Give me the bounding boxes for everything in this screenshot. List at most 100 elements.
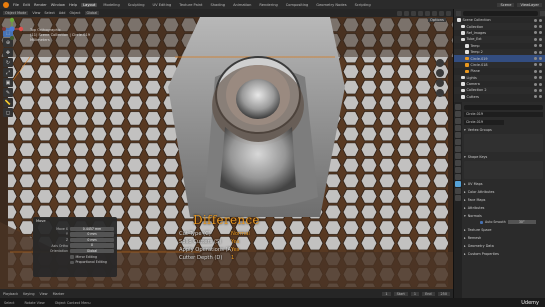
proportional-editing-checkbox[interactable]: Proportional Editing (36, 260, 114, 266)
tab-sculpting[interactable]: Sculpting (126, 3, 147, 7)
last-operator-panel[interactable]: Move Move X 0.4457 mm Y 0 mm Z 0 mm Axis… (33, 217, 117, 277)
3d-viewport[interactable]: ⬚ ⊕ ✥ ↻ ⤢ ▣ ✎ 📏 ◻ Top Orthographic (11) … (0, 17, 453, 289)
menu-timeline-view[interactable]: View (40, 292, 48, 296)
xray-icon[interactable] (418, 10, 423, 16)
constraints-tab-icon[interactable] (455, 174, 461, 180)
material-tab-icon[interactable] (455, 188, 461, 194)
menu-window[interactable]: Window (51, 3, 65, 7)
current-frame-field[interactable]: 1 (382, 291, 391, 296)
camera-icon[interactable] (539, 18, 542, 22)
tab-uv-editing[interactable]: UV Editing (151, 3, 174, 7)
tab-compositing[interactable]: Compositing (284, 3, 311, 7)
menu-render[interactable]: Render (34, 3, 47, 7)
menu-edit[interactable]: Edit (23, 3, 30, 7)
mode-dropdown[interactable]: Object Mode (3, 11, 29, 15)
eye-icon[interactable] (534, 95, 537, 99)
auto-smooth-angle-field[interactable]: 30° (507, 219, 536, 225)
tab-scripting[interactable]: Scripting (353, 3, 373, 7)
eye-icon[interactable] (534, 82, 537, 86)
operator-title[interactable]: Move (36, 219, 114, 223)
navigation-gizmo-icon[interactable] (0, 17, 24, 41)
camera-icon[interactable] (539, 88, 542, 92)
modifier-tab-icon[interactable] (455, 153, 461, 159)
tab-rendering[interactable]: Rendering (257, 3, 279, 7)
move-x-field[interactable]: 0.4457 mm (70, 226, 114, 232)
material-shading-icon[interactable] (439, 10, 444, 16)
tab-layout[interactable]: Layout (81, 2, 98, 7)
snap-icon[interactable] (397, 10, 402, 16)
menu-file[interactable]: File (13, 3, 19, 7)
properties-section-header[interactable]: Texture Space (464, 227, 543, 233)
menu-keying[interactable]: Keying (23, 292, 34, 296)
menu-marker[interactable]: Marker (53, 292, 65, 296)
eye-icon[interactable] (534, 25, 537, 29)
eye-icon[interactable] (534, 63, 537, 67)
options-button[interactable]: Options (428, 18, 446, 22)
properties-section-header[interactable]: Attributes (464, 205, 543, 211)
orientation-field[interactable]: Global (70, 248, 114, 254)
eye-icon[interactable] (534, 31, 537, 35)
camera-icon[interactable] (539, 95, 542, 99)
tab-shading[interactable]: Shading (208, 3, 227, 7)
output-tab-icon[interactable] (455, 118, 461, 124)
menu-object[interactable]: Object (69, 11, 80, 15)
properties-search-input[interactable] (464, 105, 543, 110)
end-frame-field[interactable]: 250 (437, 291, 450, 296)
filter-icon[interactable] (540, 10, 545, 16)
annotate-tool-icon[interactable]: ✎ (3, 88, 13, 97)
scene-tab-icon[interactable] (455, 132, 461, 138)
eye-icon[interactable] (534, 44, 537, 48)
transform-tool-icon[interactable]: ▣ (3, 78, 13, 87)
pan-icon[interactable] (436, 69, 444, 77)
zoom-icon[interactable] (436, 59, 444, 67)
menu-add[interactable]: Add (59, 11, 66, 15)
tab-modeling[interactable]: Modeling (101, 3, 121, 7)
auto-smooth-row[interactable]: Auto Smooth 30° (464, 219, 543, 225)
properties-section-header[interactable]: Color Attributes (464, 189, 543, 195)
camera-icon[interactable] (539, 82, 542, 86)
eye-icon[interactable] (534, 50, 537, 54)
camera-icon[interactable] (539, 25, 542, 29)
physics-tab-icon[interactable] (455, 167, 461, 173)
world-tab-icon[interactable] (455, 139, 461, 145)
view-layer-tab-icon[interactable] (455, 125, 461, 131)
add-cube-tool-icon[interactable]: ◻ (3, 108, 13, 117)
render-tab-icon[interactable] (455, 111, 461, 117)
object-name-field[interactable]: Circle.019 (464, 111, 543, 117)
move-z-field[interactable]: 0 mm (70, 237, 114, 243)
measure-tool-icon[interactable]: 📏 (3, 98, 13, 107)
camera-icon[interactable] (539, 69, 542, 73)
camera-icon[interactable] (539, 44, 542, 48)
eye-icon[interactable] (534, 18, 537, 22)
display-mode-icon[interactable] (456, 10, 461, 16)
wireframe-shading-icon[interactable] (425, 10, 430, 16)
camera-icon[interactable] (539, 50, 542, 54)
tool-tab-icon[interactable] (455, 104, 461, 110)
eye-icon[interactable] (534, 57, 537, 61)
particles-tab-icon[interactable] (455, 160, 461, 166)
proportional-edit-icon[interactable] (404, 10, 409, 16)
camera-icon[interactable] (539, 57, 542, 61)
axis-ortho-field[interactable]: X (70, 243, 114, 248)
start-frame-field[interactable]: 1 (410, 291, 420, 296)
mesh-name-field[interactable]: Circle.019 (464, 119, 504, 125)
menu-view[interactable]: View (32, 11, 40, 15)
scene-selector[interactable]: Scene (497, 2, 515, 7)
object-tab-icon[interactable] (455, 146, 461, 152)
move-tool-icon[interactable]: ✥ (3, 48, 13, 57)
view-layer-selector[interactable]: ViewLayer (517, 2, 542, 7)
menu-select[interactable]: Select (44, 11, 54, 15)
menu-help[interactable]: Help (69, 3, 77, 7)
blender-logo-icon[interactable] (3, 1, 9, 8)
properties-section-header[interactable]: Geometry Data (464, 243, 543, 249)
eye-icon[interactable] (534, 88, 537, 92)
texture-tab-icon[interactable] (455, 195, 461, 201)
overlay-icon[interactable] (411, 10, 416, 16)
tab-texture-paint[interactable]: Texture Paint (177, 3, 204, 7)
eye-icon[interactable] (534, 69, 537, 73)
tab-geometry-nodes[interactable]: Geometry Nodes (314, 3, 348, 7)
camera-icon[interactable] (539, 63, 542, 67)
properties-section-header[interactable]: Vertex Groups (464, 127, 543, 133)
properties-section-header[interactable]: Custom Properties (464, 251, 543, 257)
eye-icon[interactable] (534, 76, 537, 80)
